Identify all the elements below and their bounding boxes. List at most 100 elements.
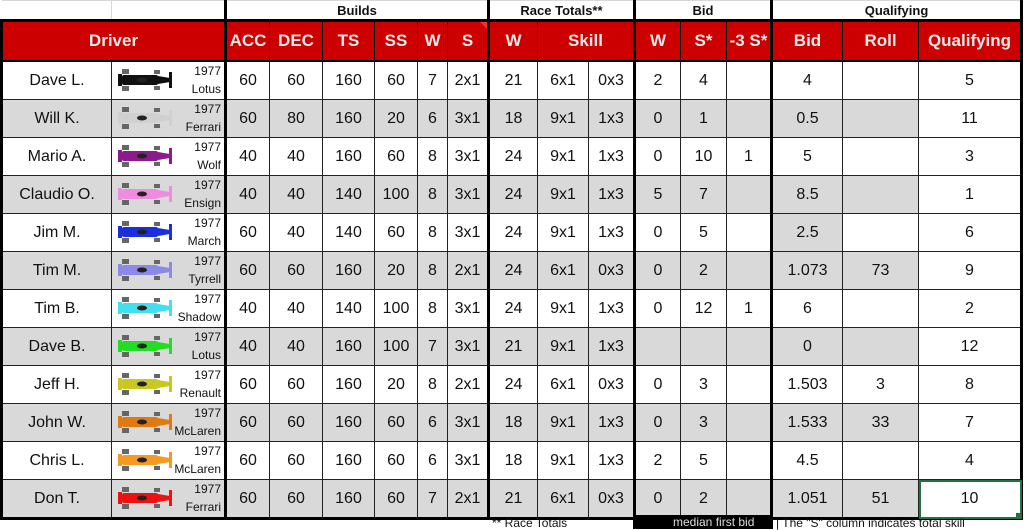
race-w-cell[interactable]: 18 [487,99,538,138]
car-cell[interactable]: 1977 Lotus [111,60,226,100]
skill-b-cell[interactable]: 1x3 [588,327,635,366]
dec-cell[interactable]: 40 [269,327,323,366]
driver-name-cell[interactable]: Jeff H. [0,365,112,404]
race-w-cell[interactable]: 24 [487,175,538,214]
acc-cell[interactable]: 40 [224,289,270,328]
build-s-cell[interactable]: 3x1 [447,213,489,252]
acc-cell[interactable]: 60 [224,365,270,404]
race-w-cell[interactable]: 18 [487,441,538,480]
ss-cell[interactable]: 100 [374,175,418,214]
bid-cell[interactable]: 6 [770,289,843,328]
qualifying-cell[interactable]: 7 [918,403,1023,442]
minus3-s-cell[interactable] [726,251,772,290]
header-build-w[interactable]: W [417,19,448,62]
ss-cell[interactable]: 60 [374,137,418,176]
build-w-cell[interactable]: 8 [417,365,448,404]
minus3-s-cell[interactable] [726,213,772,252]
skill-a-cell[interactable]: 6x1 [537,479,589,520]
ts-cell[interactable]: 140 [322,213,375,252]
bid-s-cell[interactable]: 5 [680,213,727,252]
header-qualifying[interactable]: Qualifying [918,19,1023,62]
roll-cell[interactable]: 73 [842,251,919,290]
race-w-cell[interactable]: 21 [487,327,538,366]
driver-name-cell[interactable]: Don T. [0,479,112,520]
bid-s-cell[interactable]: 2 [680,251,727,290]
cell-blank[interactable] [1,0,112,21]
dec-cell[interactable]: 60 [269,479,323,520]
car-cell[interactable]: 1977 Ferrari [111,99,226,138]
roll-cell[interactable] [842,327,919,366]
build-s-cell[interactable]: 2x1 [447,479,489,520]
bid-s-cell[interactable]: 1 [680,99,727,138]
skill-a-cell[interactable]: 9x1 [537,403,589,442]
skill-b-cell[interactable]: 1x3 [588,441,635,480]
dec-cell[interactable]: 60 [269,365,323,404]
qualifying-cell[interactable]: 4 [918,441,1023,480]
race-w-cell[interactable]: 18 [487,403,538,442]
ss-cell[interactable]: 100 [374,289,418,328]
skill-b-cell[interactable]: 0x3 [588,60,635,100]
minus3-s-cell[interactable] [726,327,772,366]
bid-cell[interactable]: 8.5 [770,175,843,214]
bid-w-cell[interactable]: 0 [633,99,681,138]
skill-a-cell[interactable]: 9x1 [537,99,589,138]
skill-b-cell[interactable]: 1x3 [588,175,635,214]
roll-cell[interactable] [842,175,919,214]
race-w-cell[interactable]: 24 [487,213,538,252]
car-cell[interactable]: 1977 McLaren [111,441,226,480]
acc-cell[interactable]: 40 [224,327,270,366]
dec-cell[interactable]: 40 [269,175,323,214]
build-w-cell[interactable]: 8 [417,175,448,214]
bid-cell[interactable]: 1.051 [770,479,843,520]
build-s-cell[interactable]: 3x1 [447,289,489,328]
qualifying-cell[interactable]: 8 [918,365,1023,404]
acc-cell[interactable]: 60 [224,60,270,100]
bid-w-cell[interactable]: 0 [633,213,681,252]
ts-cell[interactable]: 160 [322,479,375,520]
ss-cell[interactable]: 60 [374,213,418,252]
bid-w-cell[interactable]: 0 [633,479,681,520]
roll-cell[interactable] [842,441,919,480]
header-race-w[interactable]: W [487,19,538,62]
race-w-cell[interactable]: 24 [487,365,538,404]
acc-cell[interactable]: 40 [224,137,270,176]
ts-cell[interactable]: 160 [322,365,375,404]
acc-cell[interactable]: 60 [224,441,270,480]
bid-cell[interactable]: 5 [770,137,843,176]
roll-cell[interactable] [842,213,919,252]
group-header-race-totals[interactable]: Race Totals** [487,0,636,22]
bid-s-cell[interactable]: 3 [680,403,727,442]
dec-cell[interactable]: 60 [269,403,323,442]
minus3-s-cell[interactable] [726,365,772,404]
roll-cell[interactable]: 33 [842,403,919,442]
qualifying-cell[interactable]: 1 [918,175,1023,214]
build-w-cell[interactable]: 6 [417,403,448,442]
skill-a-cell[interactable]: 9x1 [537,327,589,366]
bid-s-cell[interactable]: 5 [680,441,727,480]
skill-a-cell[interactable]: 9x1 [537,137,589,176]
ss-cell[interactable]: 60 [374,479,418,520]
bid-s-cell[interactable]: 12 [680,289,727,328]
bid-w-cell[interactable]: 0 [633,365,681,404]
acc-cell[interactable]: 40 [224,175,270,214]
build-w-cell[interactable]: 8 [417,137,448,176]
build-s-cell[interactable]: 2x1 [447,365,489,404]
acc-cell[interactable]: 60 [224,479,270,520]
build-s-cell[interactable]: 3x1 [447,99,489,138]
bid-s-cell[interactable]: 4 [680,60,727,100]
bid-w-cell[interactable]: 0 [633,289,681,328]
header-ss[interactable]: SS [374,19,418,62]
group-header-builds[interactable]: Builds [224,0,490,22]
bid-cell[interactable]: 4.5 [770,441,843,480]
ss-cell[interactable]: 60 [374,441,418,480]
bid-s-cell[interactable] [680,327,727,366]
skill-b-cell[interactable]: 1x3 [588,137,635,176]
car-cell[interactable]: 1977 Wolf [111,137,226,176]
race-w-cell[interactable]: 24 [487,289,538,328]
skill-b-cell[interactable]: 0x3 [588,365,635,404]
ss-cell[interactable]: 60 [374,60,418,100]
dec-cell[interactable]: 40 [269,213,323,252]
cell-blank[interactable] [111,0,226,21]
skill-b-cell[interactable]: 0x3 [588,479,635,520]
qualifying-cell[interactable]: 11 [918,99,1023,138]
